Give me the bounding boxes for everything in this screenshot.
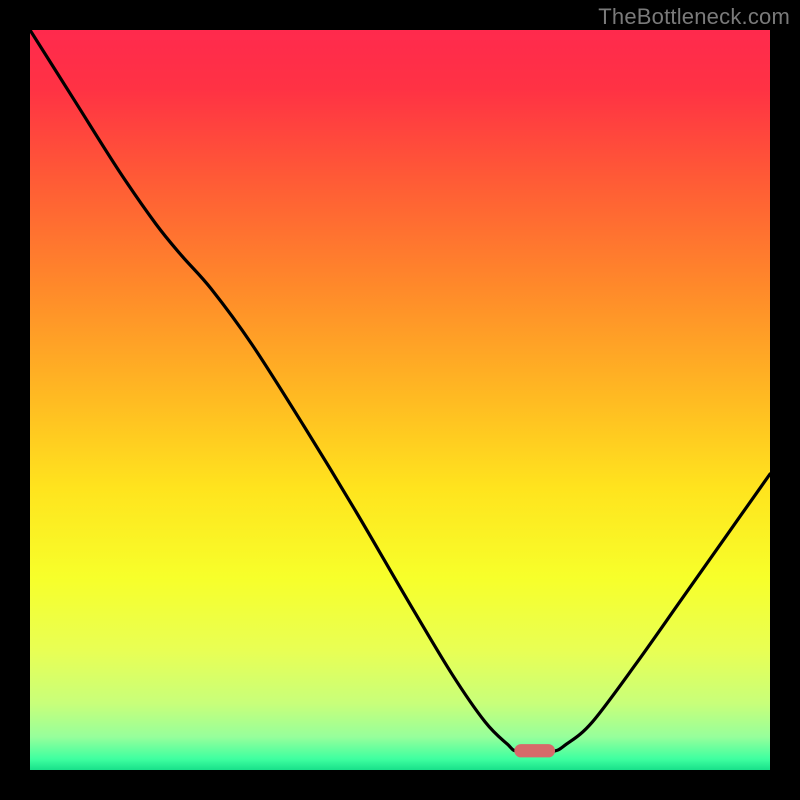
chart-frame: TheBottleneck.com [0, 0, 800, 800]
curve-layer [30, 30, 770, 770]
hotspot-marker [514, 744, 555, 757]
plot-area [30, 30, 770, 770]
bottleneck-curve [30, 30, 770, 752]
watermark-text: TheBottleneck.com [598, 4, 790, 30]
